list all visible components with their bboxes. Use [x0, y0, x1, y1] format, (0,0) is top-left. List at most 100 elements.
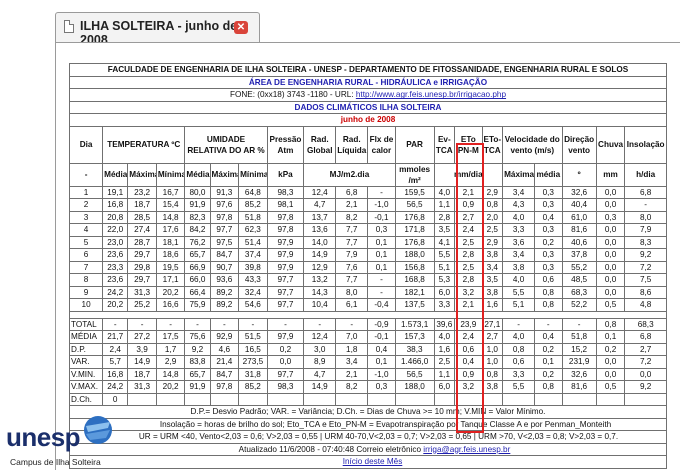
summary-cell: [394, 392, 435, 406]
summary-cell: 2,1: [335, 367, 369, 381]
day-cell: 0,0: [595, 273, 626, 287]
day-cell: 137,5: [394, 298, 435, 312]
summary-cell: 0,2: [595, 342, 626, 356]
day-cell: 68,3: [561, 285, 597, 299]
day-cell: 171,8: [394, 223, 435, 237]
summary-cell: VAR.: [68, 355, 104, 369]
day-cell: 4,7: [303, 198, 337, 212]
day-cell: 12,4: [303, 185, 337, 199]
unit-cell: Mínima: [155, 162, 186, 187]
day-cell: 54,6: [238, 298, 268, 312]
summary-cell: 5,7: [102, 355, 129, 369]
summary-cell: 65,7: [184, 367, 211, 381]
day-cell: 97,9: [266, 248, 305, 262]
day-cell: 3,8: [502, 260, 536, 274]
footnote-ur: UR = URM <40, Vento<2,03 = 0,6; V>2,03 =…: [69, 430, 667, 444]
day-cell: 0,1: [367, 235, 396, 249]
day-row: 5 23,0 28,7 18,1 76,2 97,5 51,4 97,9 14,0 7,7 0,1 1…: [68, 235, 667, 249]
summary-cell: [433, 392, 456, 406]
day-cell: 3,5: [481, 273, 504, 287]
spacer-cell: [69, 310, 667, 319]
summary-cell: 68,3: [624, 317, 667, 331]
summary-cell: 0,5: [595, 380, 626, 394]
day-cell: 97,8: [266, 210, 305, 224]
summary-cell: 7,0: [335, 330, 369, 344]
day-cell: 0,3: [534, 185, 563, 199]
day-cell: 4,3: [502, 198, 536, 212]
day-cell: 16,6: [155, 298, 186, 312]
inicio-link[interactable]: Início deste Mês: [343, 457, 403, 466]
close-icon[interactable]: ✕: [234, 21, 248, 34]
summary-cell: 0,6: [502, 355, 536, 369]
day-cell: 6,8: [624, 185, 667, 199]
day-cell: 0,3: [534, 223, 563, 237]
day-cell: -0,4: [367, 298, 396, 312]
day-cell: 156,8: [394, 260, 435, 274]
header-row-faculty: FACULDADE DE ENGENHARIA DE ILHA SOLTEIRA…: [69, 63, 667, 77]
summary-cell: -: [561, 317, 597, 331]
day-cell: 4,8: [624, 298, 667, 312]
day-cell: 23,0: [102, 235, 129, 249]
footnote-row: D.P.= Desvio Padrão; VAR. = Variância; D…: [69, 405, 667, 419]
summary-cell: [481, 392, 504, 406]
day-cell: 2,9: [481, 185, 504, 199]
day-cell: 0,1: [367, 248, 396, 262]
summary-row: MÉDIA 21,7 27,2 17,5 75,6 92,9 51,5 97,9 12,4 7,0…: [68, 330, 667, 344]
day-cell: 61,0: [561, 210, 597, 224]
summary-cell: 14,9: [303, 380, 337, 394]
contact-url-link[interactable]: http://www.agr.feis.unesp.br/irrigacao.p…: [356, 90, 506, 99]
day-cell: 4,1: [433, 235, 456, 249]
contact-line: FONE: (0xx18) 3743 -1180 - URL: http://w…: [69, 88, 667, 102]
day-cell: 29,7: [127, 248, 157, 262]
summary-cell: 0,4: [367, 342, 396, 356]
col-dia: Dia: [68, 125, 104, 164]
footnote-row: Início deste Mês: [69, 455, 667, 469]
col-pressao: Pressão Atm: [266, 125, 305, 164]
day-row: 3 20,8 28,5 14,8 82,3 97,8 51,8 97,8 13,7 8,2 -0,1…: [68, 210, 667, 224]
summary-cell: MÉDIA: [68, 330, 104, 344]
summary-cell: 97,8: [209, 380, 240, 394]
email-link[interactable]: irriga@agr.feis.unesp.br: [423, 445, 510, 454]
day-cell: 0,5: [595, 298, 626, 312]
unesp-logo: unesp Campus de Ilha Solteira: [0, 410, 150, 470]
summary-cell: 9,2: [624, 380, 667, 394]
day-cell: 91,3: [209, 185, 240, 199]
browser-tab[interactable]: ILHA SOLTEIRA - junho de 2008 ✕: [55, 12, 260, 47]
unit-cell: Máxima: [209, 162, 240, 187]
day-cell: 2,9: [481, 235, 504, 249]
climate-table: FACULDADE DE ENGENHARIA DE ILHA SOLTEIRA…: [68, 63, 667, 469]
summary-cell: -0,1: [367, 330, 396, 344]
day-cell: 0,4: [534, 210, 563, 224]
day-cell: 84,2: [184, 223, 211, 237]
summary-row: D.Ch. 0: [68, 392, 667, 406]
day-cell: 8,0: [624, 210, 667, 224]
summary-cell: 92,9: [209, 330, 240, 344]
day-cell: 7,6: [335, 260, 369, 274]
day-cell: 7,7: [335, 223, 369, 237]
day-cell: 2,1: [335, 198, 369, 212]
day-cell: -: [367, 285, 396, 299]
column-header-row: Dia TEMPERATURA ºC UMIDADE RELATIVA DO A…: [68, 125, 667, 164]
day-cell: 98,3: [266, 185, 305, 199]
day-cell: 14,3: [303, 285, 337, 299]
day-cell: 1: [68, 185, 104, 199]
summary-cell: [561, 392, 597, 406]
day-cell: 82,3: [184, 210, 211, 224]
summary-cell: -: [335, 317, 369, 331]
summary-cell: 27,2: [127, 330, 157, 344]
summary-cell: [238, 392, 268, 406]
col-insolacao: Insolação: [624, 125, 667, 164]
summary-cell: [335, 392, 369, 406]
summary-cell: 56,5: [394, 367, 435, 381]
day-cell: 0,6: [534, 273, 563, 287]
summary-cell: 0,1: [595, 330, 626, 344]
col-umidade: UMIDADE RELATIVA DO AR %: [184, 125, 268, 164]
day-cell: 28,5: [127, 210, 157, 224]
summary-cell: [595, 392, 626, 406]
day-cell: 97,5: [209, 235, 240, 249]
summary-cell: 0,8: [595, 317, 626, 331]
summary-cell: 0,1: [534, 355, 563, 369]
day-cell: 29,8: [127, 260, 157, 274]
summary-cell: 2,9: [155, 355, 186, 369]
unit-cell: kPa: [266, 162, 305, 187]
